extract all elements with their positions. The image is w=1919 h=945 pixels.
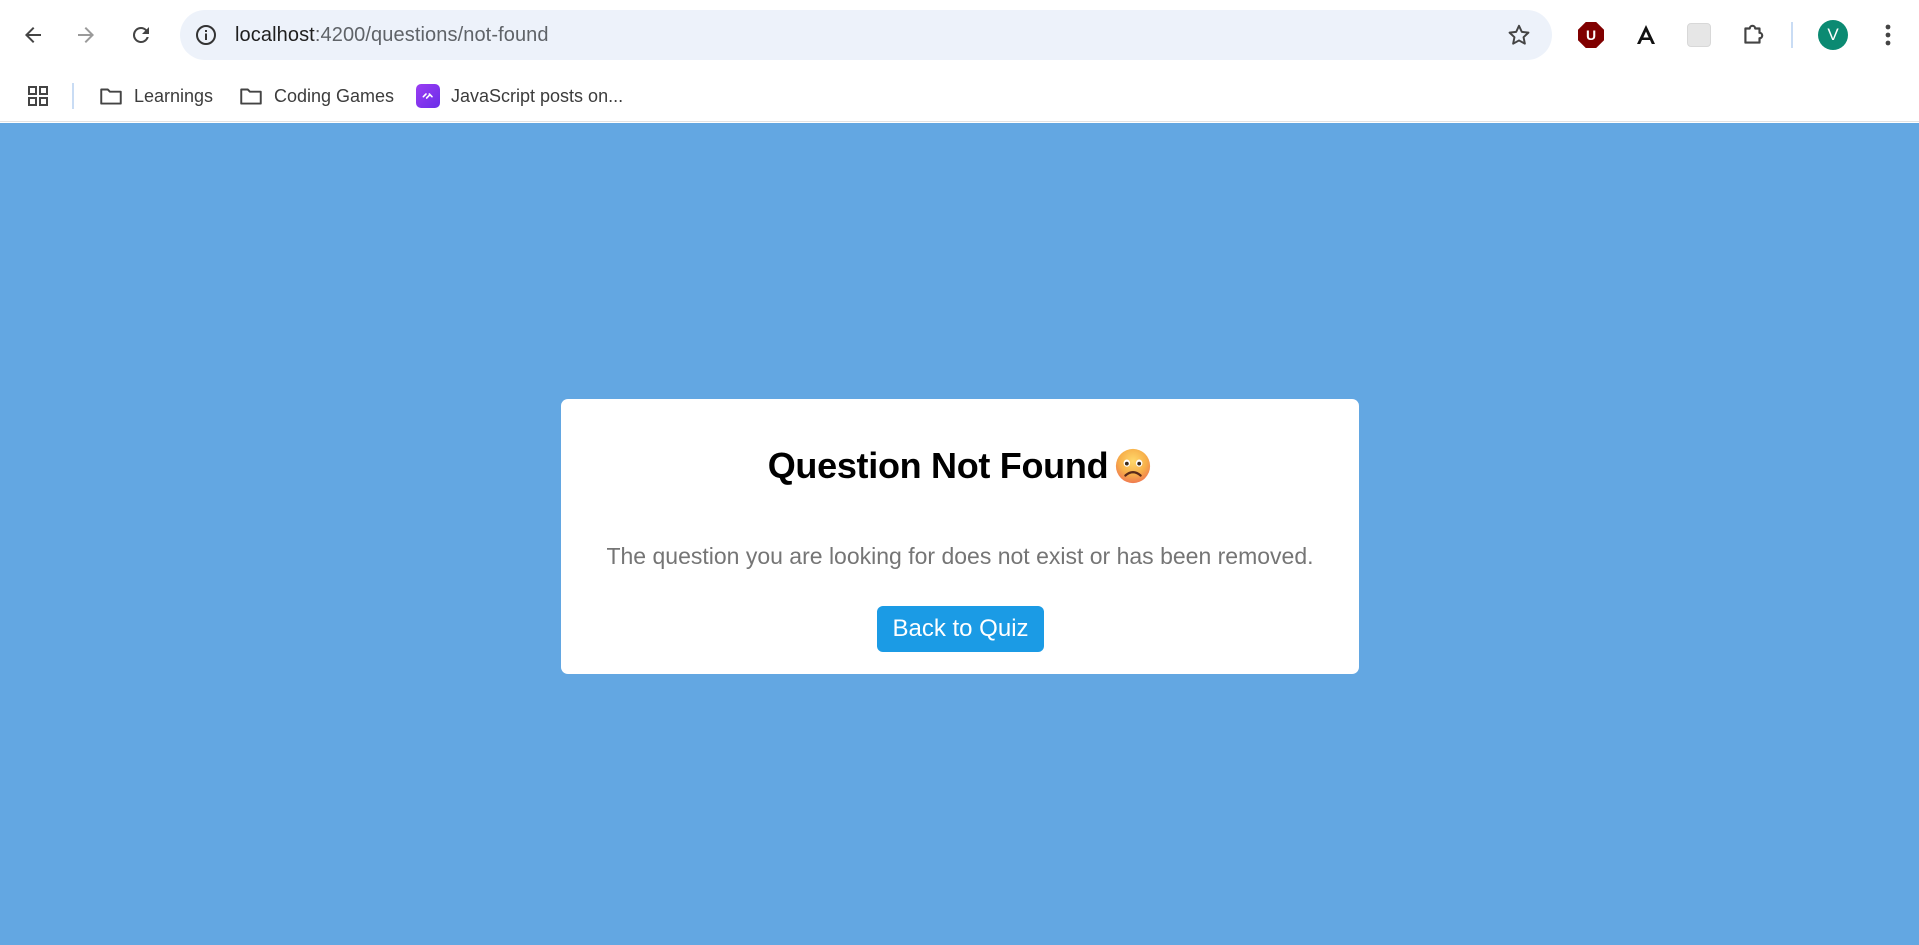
not-found-message: The question you are looking for does no…: [606, 543, 1314, 569]
folder-icon: [100, 88, 122, 105]
reload-icon: [132, 26, 149, 43]
bookmark-learnings[interactable]: Learnings: [98, 80, 213, 112]
bookmarks-bar: Learnings Coding Games JavaScript posts …: [0, 70, 1919, 122]
back-to-quiz-button[interactable]: Back to Quiz: [877, 606, 1044, 652]
extension-button[interactable]: [1684, 20, 1714, 50]
bookmark-coding-games[interactable]: Coding Games: [238, 80, 394, 112]
toolbar-divider: [1791, 22, 1793, 48]
url-host: localhost: [235, 24, 315, 46]
angular-icon: [1637, 25, 1655, 44]
bookmark-javascript-posts[interactable]: JavaScript posts on...: [416, 80, 623, 112]
address-bar[interactable]: localhost:4200/questions/not-found: [180, 10, 1552, 60]
js-posts-favicon: [416, 84, 440, 108]
link-chain-icon: [422, 93, 433, 99]
extension-placeholder-icon: [1687, 23, 1711, 47]
title-text: Question Not Found: [767, 445, 1109, 486]
ublock-extension-button[interactable]: U: [1576, 20, 1606, 50]
ublock-icon: U: [1578, 22, 1604, 48]
kebab-menu-icon[interactable]: [1876, 20, 1900, 50]
bookmark-label: Coding Games: [274, 85, 395, 106]
reload-button[interactable]: [120, 14, 162, 56]
page-background: Question Not Found The question you are …: [0, 123, 1919, 945]
folder-icon: [240, 88, 262, 105]
bookmark-label: Learnings: [134, 85, 214, 106]
arrow-left-icon: [25, 27, 41, 43]
extensions-menu-button[interactable]: [1738, 20, 1768, 50]
bookmark-label: JavaScript posts on...: [451, 85, 624, 106]
apps-grid-icon[interactable]: [26, 84, 50, 108]
browser-toolbar: localhost:4200/questions/not-found U V: [0, 0, 1919, 70]
puzzle-icon: [1744, 24, 1764, 44]
site-info-icon[interactable]: [194, 23, 218, 47]
card-title: Question Not Found: [561, 445, 1359, 487]
url-text[interactable]: localhost:4200/questions/not-found: [235, 24, 549, 47]
url-path: :4200/questions/not-found: [314, 24, 549, 46]
bookmark-star-icon[interactable]: [1506, 22, 1532, 48]
arrow-right-icon: [78, 27, 94, 43]
forward-button[interactable]: [65, 14, 107, 56]
frowning-face-emoji-icon: [1116, 448, 1151, 484]
not-found-card: Question Not Found The question you are …: [561, 399, 1359, 674]
angular-devtools-extension-button[interactable]: [1631, 20, 1661, 50]
back-button[interactable]: [12, 14, 54, 56]
profile-avatar[interactable]: V: [1818, 20, 1848, 50]
bookmarks-divider: [72, 83, 74, 109]
